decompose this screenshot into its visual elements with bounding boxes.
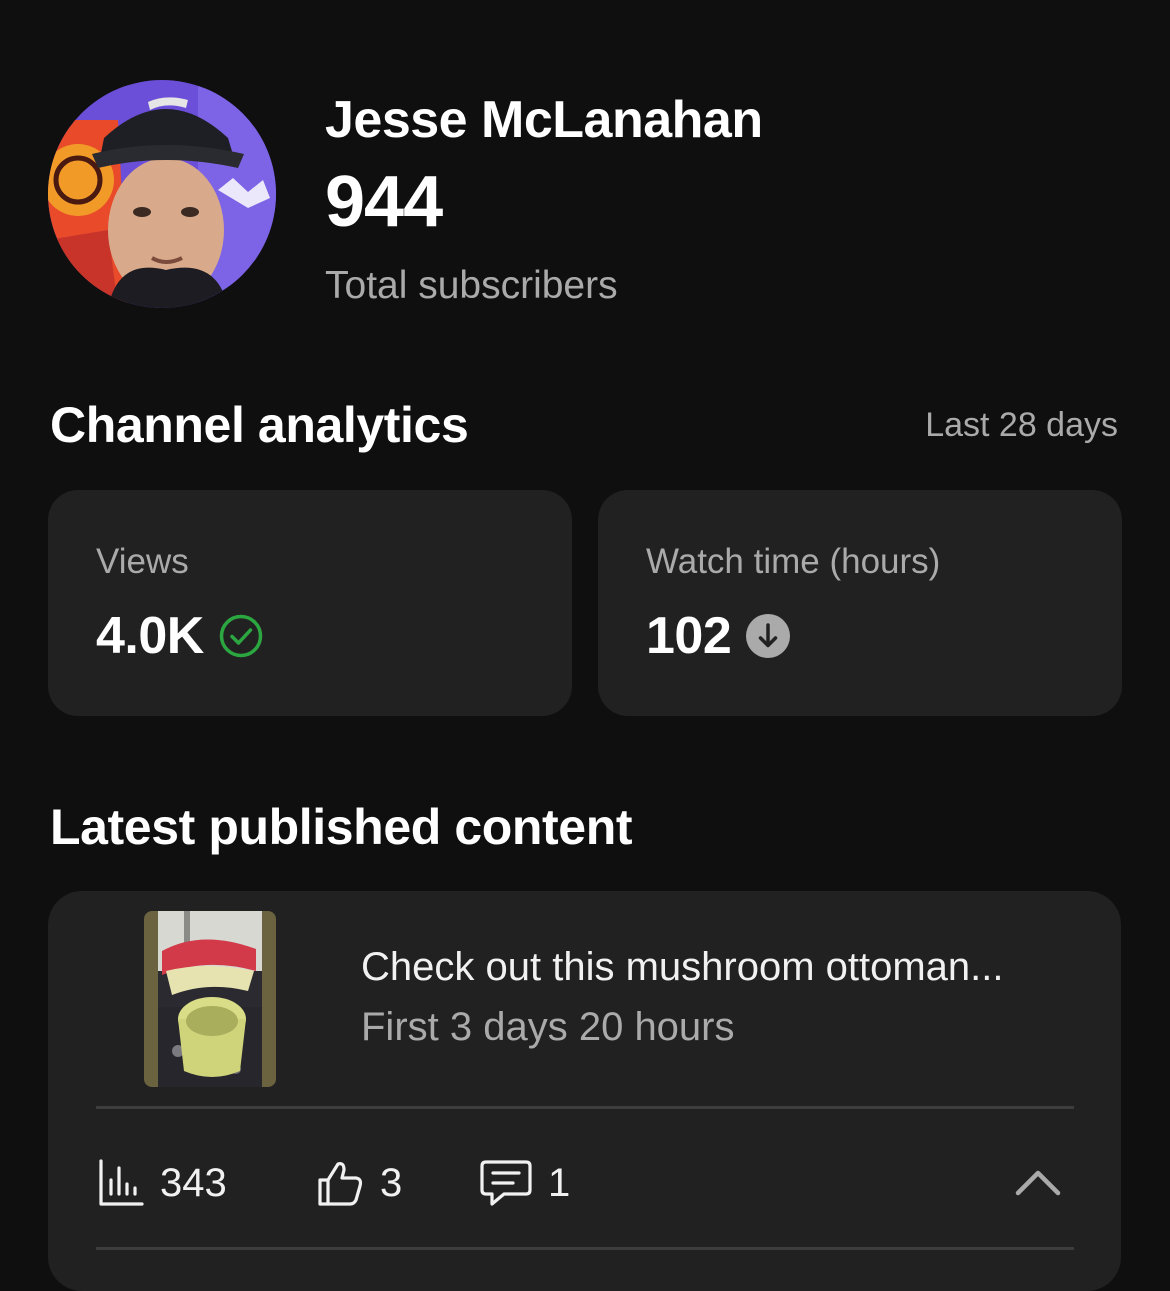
- card-divider-bottom: [96, 1247, 1074, 1250]
- video-comments-value: 1: [548, 1161, 571, 1205]
- channel-analytics-title: Channel analytics: [50, 397, 469, 453]
- subscriber-count: 944: [325, 162, 443, 242]
- channel-name: Jesse McLanahan: [325, 91, 763, 149]
- video-title[interactable]: Check out this mushroom ottoman...: [361, 945, 1004, 990]
- video-comments-stat: 1: [480, 1156, 570, 1210]
- watch-time-label: Watch time (hours): [646, 542, 941, 581]
- bar-chart-icon: [98, 1158, 144, 1208]
- channel-header: Jesse McLanahan 944 Total subscribers: [48, 80, 1120, 312]
- channel-analytics-header: Channel analytics Last 28 days: [50, 396, 1118, 458]
- subscriber-label: Total subscribers: [325, 264, 618, 307]
- collapse-button[interactable]: [1010, 1157, 1066, 1209]
- thumbs-up-icon: [316, 1158, 364, 1208]
- watch-time-value: 102: [646, 607, 732, 665]
- check-circle-icon: [218, 613, 264, 659]
- video-period: First 3 days 20 hours: [361, 1005, 735, 1049]
- watch-time-card[interactable]: Watch time (hours) 102: [598, 490, 1122, 716]
- video-likes-value: 3: [380, 1161, 403, 1205]
- video-views-value: 343: [160, 1161, 227, 1205]
- views-label: Views: [96, 542, 189, 581]
- video-likes-stat: 3: [316, 1156, 402, 1210]
- video-thumbnail[interactable]: [144, 911, 276, 1087]
- comment-icon: [480, 1158, 532, 1208]
- latest-content-title: Latest published content: [50, 799, 633, 855]
- watch-time-value-row: 102: [646, 606, 791, 666]
- card-divider: [96, 1106, 1074, 1109]
- video-views-stat: 343: [98, 1156, 227, 1210]
- thumbnail-image: [144, 911, 276, 1087]
- arrow-down-circle-icon: [745, 613, 791, 659]
- chevron-up-icon: [1010, 1170, 1066, 1213]
- analytics-period: Last 28 days: [925, 406, 1118, 444]
- channel-avatar[interactable]: [48, 80, 276, 308]
- views-value-row: 4.0K: [96, 606, 264, 666]
- views-value: 4.0K: [96, 607, 204, 665]
- views-card[interactable]: Views 4.0K: [48, 490, 572, 716]
- avatar-image: [48, 80, 276, 308]
- latest-content-card[interactable]: Check out this mushroom ottoman... First…: [48, 891, 1121, 1291]
